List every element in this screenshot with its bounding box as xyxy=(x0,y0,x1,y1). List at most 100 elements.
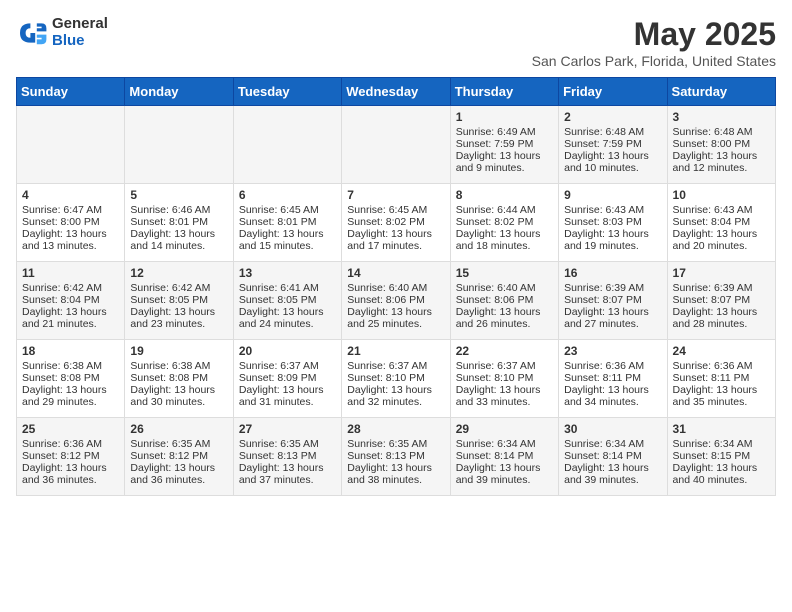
cell-content-line: Sunrise: 6:39 AM xyxy=(564,282,661,294)
cell-content-line: and 33 minutes. xyxy=(456,396,553,408)
cell-content-line: Sunrise: 6:42 AM xyxy=(22,282,119,294)
cell-content-line: Sunset: 7:59 PM xyxy=(564,138,661,150)
cell-content-line: Daylight: 13 hours xyxy=(673,384,770,396)
cell-content-line: and 26 minutes. xyxy=(456,318,553,330)
calendar-cell: 29Sunrise: 6:34 AMSunset: 8:14 PMDayligh… xyxy=(450,418,558,496)
cell-content-line: Sunset: 8:06 PM xyxy=(347,294,444,306)
cell-content-line: Daylight: 13 hours xyxy=(130,306,227,318)
cell-content-line: Sunset: 8:09 PM xyxy=(239,372,336,384)
calendar-cell: 17Sunrise: 6:39 AMSunset: 8:07 PMDayligh… xyxy=(667,262,775,340)
weekday-header-tuesday: Tuesday xyxy=(233,78,341,106)
cell-content-line: Sunrise: 6:35 AM xyxy=(130,438,227,450)
cell-content-line: Sunset: 8:13 PM xyxy=(347,450,444,462)
day-number: 11 xyxy=(22,266,119,280)
cell-content-line: and 28 minutes. xyxy=(673,318,770,330)
calendar-week-3: 11Sunrise: 6:42 AMSunset: 8:04 PMDayligh… xyxy=(17,262,776,340)
cell-content-line: and 9 minutes. xyxy=(456,162,553,174)
logo-blue-text: Blue xyxy=(52,33,108,50)
cell-content-line: and 30 minutes. xyxy=(130,396,227,408)
cell-content-line: Daylight: 13 hours xyxy=(564,228,661,240)
cell-content-line: and 36 minutes. xyxy=(22,474,119,486)
cell-content-line: and 12 minutes. xyxy=(673,162,770,174)
cell-content-line: Sunset: 8:08 PM xyxy=(22,372,119,384)
cell-content-line: and 29 minutes. xyxy=(22,396,119,408)
calendar-cell: 10Sunrise: 6:43 AMSunset: 8:04 PMDayligh… xyxy=(667,184,775,262)
calendar-week-2: 4Sunrise: 6:47 AMSunset: 8:00 PMDaylight… xyxy=(17,184,776,262)
weekday-header-sunday: Sunday xyxy=(17,78,125,106)
cell-content-line: Sunset: 8:07 PM xyxy=(564,294,661,306)
calendar-cell: 28 Sunrise: 6:35 AMSunset: 8:13 PMDayligh… xyxy=(342,418,450,496)
calendar-cell: 19Sunrise: 6:38 AMSunset: 8:08 PMDayligh… xyxy=(125,340,233,418)
weekday-header-saturday: Saturday xyxy=(667,78,775,106)
day-number: 14 xyxy=(347,266,444,280)
cell-content-line: Sunrise: 6:40 AM xyxy=(456,282,553,294)
cell-content-line: and 21 minutes. xyxy=(22,318,119,330)
cell-content-line: Sunset: 8:13 PM xyxy=(239,450,336,462)
calendar-cell xyxy=(233,106,341,184)
cell-content-line: Sunrise: 6:41 AM xyxy=(239,282,336,294)
cell-content-line: Daylight: 13 hours xyxy=(22,306,119,318)
day-number: 15 xyxy=(456,266,553,280)
cell-content-line: Sunrise: 6:45 AM xyxy=(347,204,444,216)
cell-content-line: Sunrise: 6:38 AM xyxy=(22,360,119,372)
calendar-cell xyxy=(342,106,450,184)
calendar-cell xyxy=(17,106,125,184)
cell-content-line: Sunset: 8:02 PM xyxy=(456,216,553,228)
logo: General Blue xyxy=(16,16,108,49)
calendar-cell: 27Sunrise: 6:35 AMSunset: 8:13 PMDayligh… xyxy=(233,418,341,496)
cell-content-line: Daylight: 13 hours xyxy=(347,306,444,318)
cell-content-line: Sunrise: 6:45 AM xyxy=(239,204,336,216)
calendar-cell: 23Sunrise: 6:36 AMSunset: 8:11 PMDayligh… xyxy=(559,340,667,418)
cell-content-line: Sunrise: 6:38 AM xyxy=(130,360,227,372)
day-number: 16 xyxy=(564,266,661,280)
cell-content-line: Daylight: 13 hours xyxy=(456,228,553,240)
calendar-cell: 7Sunrise: 6:45 AMSunset: 8:02 PMDaylight… xyxy=(342,184,450,262)
cell-content-line: Sunrise: 6:40 AM xyxy=(347,282,444,294)
cell-content-line: Sunset: 7:59 PM xyxy=(456,138,553,150)
cell-content-line: Sunrise: 6:47 AM xyxy=(22,204,119,216)
cell-content-line: Sunset: 8:12 PM xyxy=(130,450,227,462)
calendar-week-5: 25Sunrise: 6:36 AMSunset: 8:12 PMDayligh… xyxy=(17,418,776,496)
calendar-week-4: 18Sunrise: 6:38 AMSunset: 8:08 PMDayligh… xyxy=(17,340,776,418)
cell-content-line: and 17 minutes. xyxy=(347,240,444,252)
cell-content-line: and 18 minutes. xyxy=(456,240,553,252)
cell-content-line: Daylight: 13 hours xyxy=(673,150,770,162)
day-number: 23 xyxy=(564,344,661,358)
cell-content-line: Daylight: 13 hours xyxy=(239,228,336,240)
cell-content-line: Sunrise: 6:35 AM xyxy=(239,438,336,450)
cell-content-line: Sunrise: 6:35 AM xyxy=(347,438,444,450)
cell-content-line: Sunrise: 6:34 AM xyxy=(673,438,770,450)
cell-content-line: Sunrise: 6:49 AM xyxy=(456,126,553,138)
calendar-cell: 30Sunrise: 6:34 AMSunset: 8:14 PMDayligh… xyxy=(559,418,667,496)
cell-content-line: Sunset: 8:04 PM xyxy=(673,216,770,228)
cell-content-line: Sunset: 8:10 PM xyxy=(347,372,444,384)
cell-content-line: Daylight: 13 hours xyxy=(673,228,770,240)
day-number: 6 xyxy=(239,188,336,202)
cell-content-line: and 31 minutes. xyxy=(239,396,336,408)
calendar-cell: 22Sunrise: 6:37 AMSunset: 8:10 PMDayligh… xyxy=(450,340,558,418)
calendar-cell: 13Sunrise: 6:41 AMSunset: 8:05 PMDayligh… xyxy=(233,262,341,340)
day-number: 3 xyxy=(673,110,770,124)
day-number: 29 xyxy=(456,422,553,436)
cell-content-line: Sunset: 8:15 PM xyxy=(673,450,770,462)
cell-content-line: Daylight: 13 hours xyxy=(347,462,444,474)
cell-content-line: and 23 minutes. xyxy=(130,318,227,330)
calendar-week-1: 1Sunrise: 6:49 AMSunset: 7:59 PMDaylight… xyxy=(17,106,776,184)
cell-content-line: and 19 minutes. xyxy=(564,240,661,252)
cell-content-line: Sunset: 8:14 PM xyxy=(564,450,661,462)
calendar-cell: 3Sunrise: 6:48 AMSunset: 8:00 PMDaylight… xyxy=(667,106,775,184)
day-number: 8 xyxy=(456,188,553,202)
calendar-cell: 21Sunrise: 6:37 AMSunset: 8:10 PMDayligh… xyxy=(342,340,450,418)
header: General Blue May 2025 San Carlos Park, F… xyxy=(16,16,776,69)
logo-general-text: General xyxy=(52,16,108,33)
weekday-header-friday: Friday xyxy=(559,78,667,106)
cell-content-line: and 40 minutes. xyxy=(673,474,770,486)
title-area: May 2025 San Carlos Park, Florida, Unite… xyxy=(532,16,776,69)
cell-content-line: Sunset: 8:03 PM xyxy=(564,216,661,228)
cell-content-line: Daylight: 13 hours xyxy=(456,462,553,474)
cell-content-line: Daylight: 13 hours xyxy=(239,384,336,396)
day-number: 28 xyxy=(347,422,444,436)
day-number: 25 xyxy=(22,422,119,436)
weekday-header-thursday: Thursday xyxy=(450,78,558,106)
calendar-cell: 18Sunrise: 6:38 AMSunset: 8:08 PMDayligh… xyxy=(17,340,125,418)
